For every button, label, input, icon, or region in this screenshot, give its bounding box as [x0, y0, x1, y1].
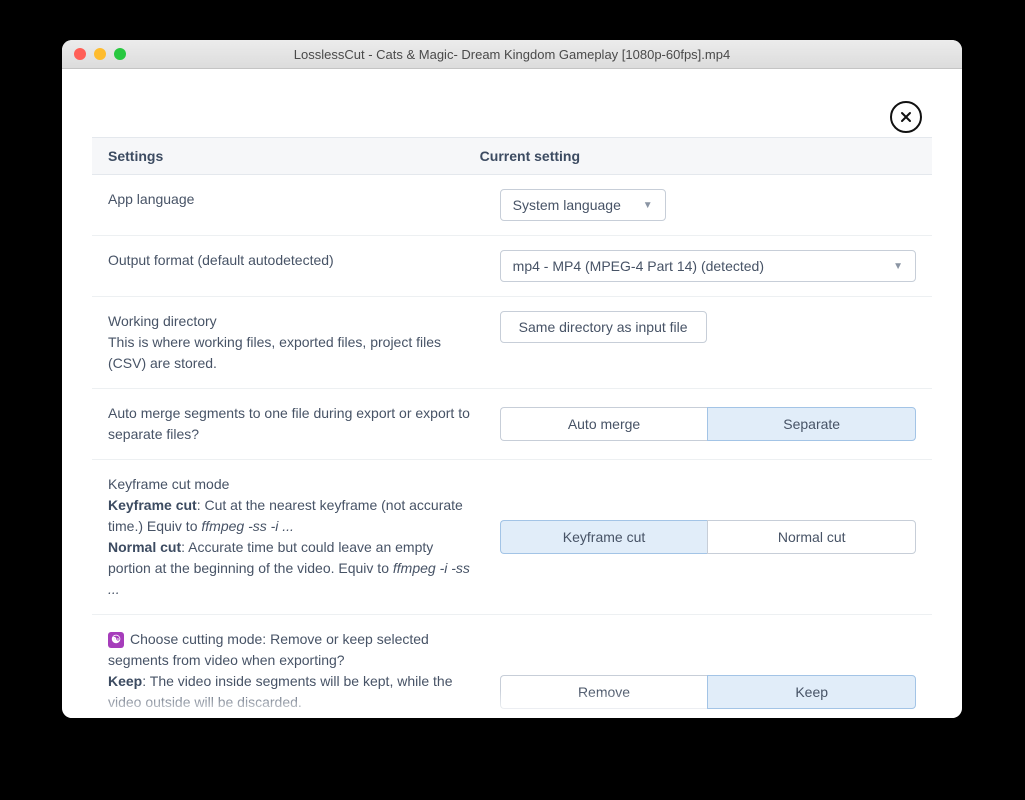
auto-merge-option-label: Auto merge: [568, 416, 640, 432]
cutting-mode-toggle: Remove Keep: [500, 675, 916, 709]
normal-cut-term: Normal cut: [108, 539, 181, 555]
label-app-language: App language: [108, 189, 500, 221]
normal-cut-option-label: Normal cut: [778, 529, 846, 545]
row-working-directory: Working directory This is where working …: [92, 297, 932, 389]
keep-desc: : The video inside segments will be kept…: [108, 673, 452, 710]
titlebar: LosslessCut - Cats & Magic- Dream Kingdo…: [62, 40, 962, 69]
keep-option[interactable]: Keep: [707, 675, 916, 709]
window-close-icon[interactable]: [74, 48, 86, 60]
header-current-setting: Current setting: [480, 148, 916, 164]
keep-term: Keep: [108, 673, 142, 689]
app-window: LosslessCut - Cats & Magic- Dream Kingdo…: [62, 40, 962, 718]
keep-option-label: Keep: [795, 684, 828, 700]
output-format-value: mp4 - MP4 (MPEG-4 Part 14) (detected): [513, 258, 764, 274]
keyframe-cut-term: Keyframe cut: [108, 497, 197, 513]
keyframe-cut-option[interactable]: Keyframe cut: [500, 520, 708, 554]
separate-option-label: Separate: [783, 416, 840, 432]
table-header: Settings Current setting: [92, 137, 932, 175]
label-keyframe-cut: Keyframe cut mode Keyframe cut: Cut at t…: [108, 474, 500, 600]
working-dir-desc: This is where working files, exported fi…: [108, 334, 441, 371]
cutting-mode-intro: Choose cutting mode: Remove or keep sele…: [108, 631, 429, 668]
row-output-format: Output format (default autodetected) mp4…: [92, 236, 932, 297]
chevron-down-icon: ▼: [893, 261, 903, 272]
row-auto-merge: Auto merge segments to one file during e…: [92, 389, 932, 460]
separate-option[interactable]: Separate: [707, 407, 916, 441]
window-title: LosslessCut - Cats & Magic- Dream Kingdo…: [62, 47, 962, 62]
window-minimize-icon[interactable]: [94, 48, 106, 60]
keyframe-toggle: Keyframe cut Normal cut: [500, 520, 916, 554]
keyframe-cut-option-label: Keyframe cut: [563, 529, 645, 545]
chevron-down-icon: ▼: [643, 200, 653, 211]
remove-option[interactable]: Remove: [500, 675, 708, 709]
auto-merge-option[interactable]: Auto merge: [500, 407, 708, 441]
label-auto-merge: Auto merge segments to one file during e…: [108, 403, 500, 445]
keyframe-title: Keyframe cut mode: [108, 476, 229, 492]
language-select[interactable]: System language ▼: [500, 189, 666, 221]
traffic-lights: [74, 48, 126, 60]
normal-cut-option[interactable]: Normal cut: [707, 520, 916, 554]
language-select-value: System language: [513, 197, 621, 213]
close-icon: [899, 110, 913, 124]
row-app-language: App language System language ▼: [92, 175, 932, 236]
yin-yang-icon: ☯: [108, 632, 124, 648]
label-output-format: Output format (default autodetected): [108, 250, 500, 282]
working-dir-button[interactable]: Same directory as input file: [500, 311, 707, 343]
keyframe-cut-cmd: ffmpeg -ss -i ...: [201, 518, 294, 534]
remove-term: Remove: [108, 715, 162, 718]
label-cutting-mode: ☯Choose cutting mode: Remove or keep sel…: [108, 629, 500, 718]
close-button[interactable]: [890, 101, 922, 133]
label-working-directory: Working directory This is where working …: [108, 311, 500, 374]
remove-option-label: Remove: [578, 684, 630, 700]
settings-table: Settings Current setting App language Sy…: [92, 137, 932, 718]
settings-panel: Settings Current setting App language Sy…: [62, 69, 962, 718]
header-settings: Settings: [108, 148, 480, 164]
auto-merge-toggle: Auto merge Separate: [500, 407, 916, 441]
working-dir-title: Working directory: [108, 313, 217, 329]
working-dir-button-label: Same directory as input file: [519, 319, 688, 335]
row-cutting-mode: ☯Choose cutting mode: Remove or keep sel…: [92, 615, 932, 718]
row-keyframe-cut: Keyframe cut mode Keyframe cut: Cut at t…: [92, 460, 932, 615]
window-zoom-icon[interactable]: [114, 48, 126, 60]
output-format-select[interactable]: mp4 - MP4 (MPEG-4 Part 14) (detected) ▼: [500, 250, 916, 282]
